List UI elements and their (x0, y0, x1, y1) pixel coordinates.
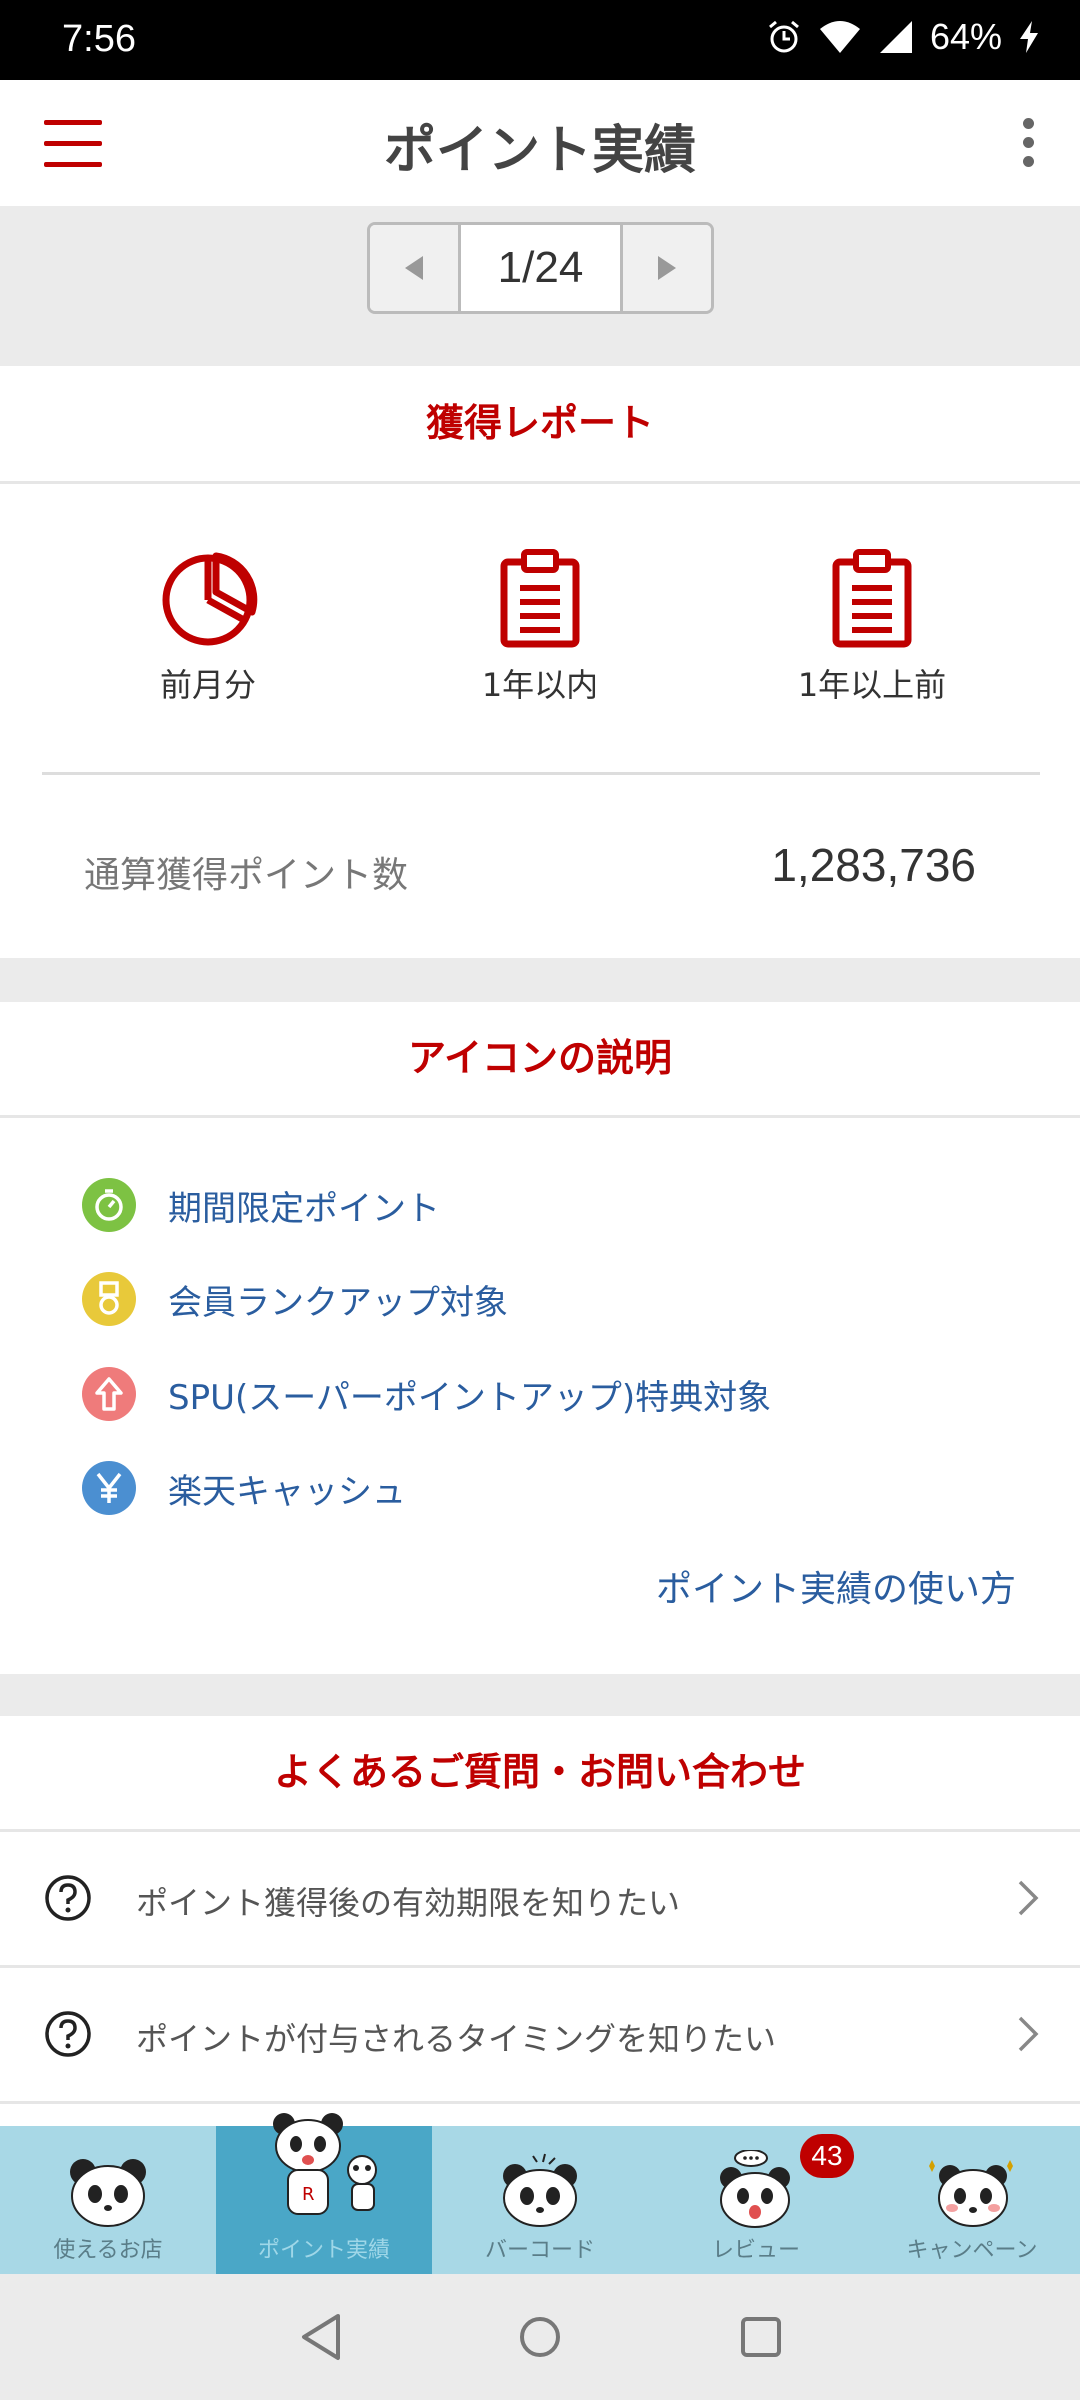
report-last-month[interactable]: 前月分 (78, 548, 338, 706)
panda-icon (503, 2153, 577, 2227)
report-item-label: 1年以上前 (797, 666, 947, 704)
legend-label: SPU(スーパーポイントアップ)特典対象 (168, 1377, 772, 1418)
divider (42, 772, 1040, 775)
panda-icon (70, 2159, 146, 2227)
report-item-label: 前月分 (159, 666, 256, 704)
yen-icon (82, 1461, 136, 1515)
pie-chart-icon (162, 552, 258, 646)
question-icon (45, 2011, 91, 2057)
review-badge: 43 (800, 2134, 854, 2178)
system-nav-bar (0, 2274, 1080, 2400)
legend-label: 会員ランクアップ対象 (168, 1282, 508, 1323)
more-options-icon[interactable] (1020, 118, 1036, 168)
legend-item: SPU(スーパーポイントアップ)特典対象 (82, 1367, 771, 1421)
report-within-year[interactable]: 1年以内 (410, 548, 670, 706)
chevron-right-icon (1018, 1880, 1039, 1916)
back-icon[interactable] (298, 2312, 344, 2362)
nav-stores[interactable]: 使えるお店 (0, 2126, 216, 2274)
svg-text:R: R (302, 2184, 315, 2205)
pager-area: 1/24 (0, 206, 1080, 366)
wifi-icon (819, 21, 860, 53)
report-item-label: 1年以内 (481, 666, 599, 704)
status-bar: 7:56 64% (0, 0, 1080, 80)
nav-point-history[interactable]: R ポイント実績 (216, 2113, 432, 2274)
next-page-button[interactable] (623, 225, 711, 311)
app-bar: ポイント実績 (0, 80, 1080, 206)
chevron-right-icon (1018, 2016, 1039, 2052)
pager: 1/24 (367, 222, 714, 314)
faq-label: ポイント獲得後の有効期限を知りたい (136, 1884, 681, 1922)
charging-icon (1020, 21, 1038, 53)
panda-sparkle-icon (929, 2160, 1013, 2227)
nav-label: バーコード (484, 2238, 595, 2263)
report-over-year[interactable]: 1年以上前 (742, 548, 1002, 706)
question-icon (45, 1875, 91, 1921)
bottom-nav: 使えるお店 R ポイント実績 バーコード レビュー キャンペーン (0, 2113, 1080, 2274)
panda-speech-icon (720, 2150, 790, 2228)
alarm-icon (768, 20, 799, 53)
page-indicator: 1/24 (458, 225, 623, 311)
triangle-left-icon (405, 256, 423, 280)
triangle-right-icon (658, 256, 676, 280)
clipboard-icon (500, 549, 580, 648)
home-icon[interactable] (516, 2312, 564, 2362)
faq-label: ポイントが付与されるタイミングを知りたい (136, 2020, 777, 2058)
nav-label: キャンペーン (906, 2238, 1038, 2263)
clipboard-icon (832, 549, 912, 648)
legend-item: 会員ランクアップ対象 (82, 1272, 508, 1326)
legend-item: 楽天キャッシュ (82, 1461, 406, 1515)
signal-icon (879, 21, 912, 53)
recents-icon[interactable] (738, 2312, 784, 2362)
faq-item[interactable]: ポイント獲得後の有効期限を知りたい (0, 1832, 1080, 1968)
faq-item[interactable]: ポイントが付与されるタイミングを知りたい (0, 1968, 1080, 2104)
timer-icon (82, 1178, 136, 1232)
prev-page-button[interactable] (370, 225, 458, 311)
faq-spacer (0, 2104, 1080, 2126)
legend-item: 期間限定ポイント (82, 1178, 440, 1232)
nav-label: 使えるお店 (53, 2238, 163, 2263)
nav-label: ポイント実績 (257, 2238, 390, 2263)
legend-heading: アイコンの説明 (0, 1002, 1080, 1118)
total-points-label: 通算獲得ポイント数 (84, 855, 409, 896)
nav-label: レビュー (711, 2238, 800, 2263)
legend-label: 楽天キャッシュ (168, 1471, 406, 1512)
nav-barcode[interactable]: バーコード (432, 2126, 648, 2274)
report-heading: 獲得レポート (0, 366, 1080, 484)
legend-label: 期間限定ポイント (168, 1188, 440, 1229)
nav-campaign[interactable]: キャンペーン (864, 2126, 1080, 2274)
page-title: ポイント実績 (383, 121, 696, 181)
panda-mascot-icon: R (273, 2113, 377, 2215)
faq-heading: よくあるご質問・お問い合わせ (0, 1716, 1080, 1832)
howto-link[interactable]: ポイント実績の使い方 (656, 1560, 1016, 1612)
battery-level: 64% (929, 16, 1002, 57)
arrow-up-icon (82, 1367, 136, 1421)
status-time: 7:56 (62, 18, 136, 60)
total-points-value: 1,283,736 (771, 839, 976, 891)
medal-icon (82, 1272, 136, 1326)
